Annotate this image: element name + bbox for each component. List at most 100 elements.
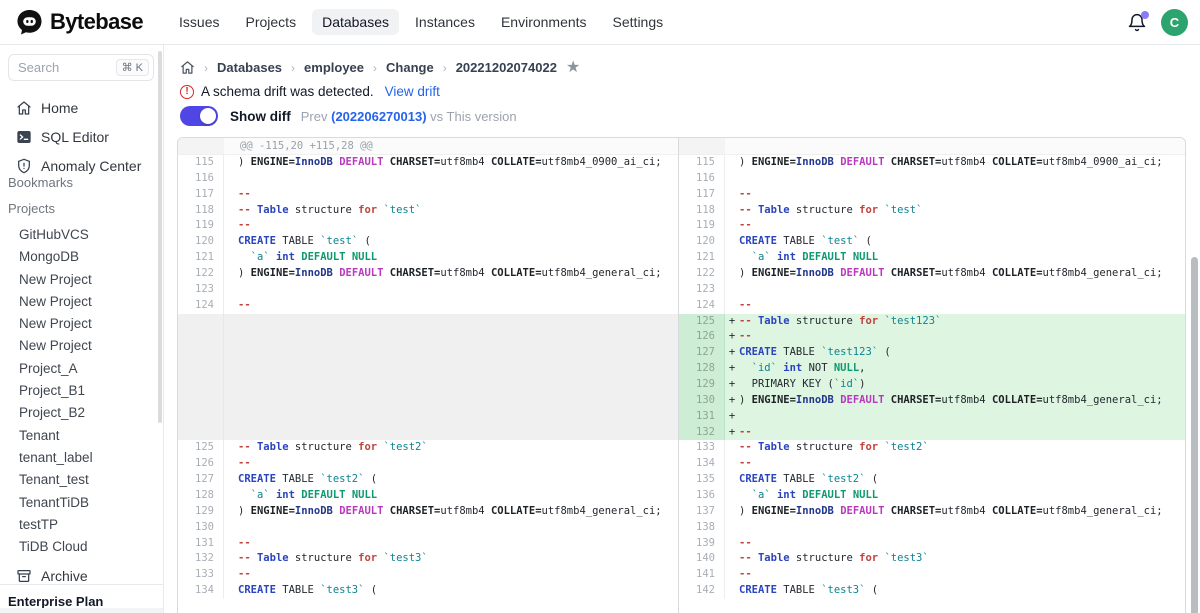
diff-row-added: 130+) ENGINE=InnoDB DEFAULT CHARSET=utf8… [679,393,1185,409]
topbar-right: C [1127,0,1188,45]
diff-row: 120CREATE TABLE `test` ( [178,234,678,250]
diff-row-spacer [178,393,678,409]
breadcrumb-separator: › [443,61,447,75]
diff-panel-previous: @@ -115,20 +115,28 @@ 115) ENGINE=InnoDB… [178,138,678,613]
diff-row-spacer [178,377,678,393]
sidebar-project-item[interactable]: New Project [0,335,163,357]
bytebase-logo-icon [16,9,43,36]
sidebar-project-item[interactable]: TiDB Cloud [0,536,163,558]
sidebar-item-label: Archive [41,568,88,584]
terminal-icon [16,129,32,145]
sidebar-project-item[interactable]: Tenant [0,425,163,447]
breadcrumb-item-databases[interactable]: Databases [217,60,282,75]
diff-row: 133-- [178,567,678,583]
diff-row: 119-- [679,218,1185,234]
sidebar-project-item[interactable]: testTP [0,514,163,536]
sidebar-project-item[interactable]: New Project [0,291,163,313]
user-avatar[interactable]: C [1161,9,1188,36]
notifications-bell-icon[interactable] [1127,13,1147,33]
nav-item-environments[interactable]: Environments [491,9,597,35]
diff-row-added: 128+ `id` int NOT NULL, [679,361,1185,377]
nav-item-instances[interactable]: Instances [405,9,485,35]
prev-label: Prev [301,109,328,124]
diff-row: 134-- [679,456,1185,472]
diff-row: 130 [178,520,678,536]
sidebar-project-item[interactable]: Tenant_test [0,469,163,491]
main-nav: Issues ProjectsDatabasesInstancesEnvironm… [169,9,673,35]
diff-row: 116 [679,171,1185,187]
home-icon [16,100,32,116]
diff-row: 132-- Table structure for `test3` [178,551,678,567]
diff-row: 124-- [679,298,1185,314]
diff-row: 121 `a` int DEFAULT NULL [679,250,1185,266]
sidebar-project-item[interactable]: New Project [0,313,163,335]
nav-item-projects[interactable]: Projects [236,9,307,35]
breadcrumb-home-icon[interactable] [180,60,195,75]
sidebar-item-home[interactable]: Home [0,93,163,122]
diff-row-added: 129+ PRIMARY KEY (`id`) [679,377,1185,393]
diff-row: 133-- Table structure for `test2` [679,440,1185,456]
diff-row: 117-- [679,187,1185,203]
diff-row: 118-- Table structure for `test` [679,203,1185,219]
diff-row-added: 127+CREATE TABLE `test123` ( [679,345,1185,361]
sidebar-project-item[interactable]: New Project [0,269,163,291]
breadcrumb-item-employee[interactable]: employee [304,60,364,75]
nav-item-issues[interactable]: Issues [169,9,229,35]
diff-row: 128 `a` int DEFAULT NULL [178,488,678,504]
diff-row: 127CREATE TABLE `test2` ( [178,472,678,488]
sidebar-project-item[interactable]: Project_B1 [0,380,163,402]
sidebar-project-item[interactable]: Project_A [0,358,163,380]
diff-rows-right: 115) ENGINE=InnoDB DEFAULT CHARSET=utf8m… [679,155,1185,599]
prev-version-link[interactable]: (202206270013) [331,109,426,124]
diff-row: 142CREATE TABLE `test3` ( [679,583,1185,599]
diff-row: 140-- Table structure for `test3` [679,551,1185,567]
search-shortcut-badge: ⌘ K [116,59,149,76]
breadcrumb: › Databases › employee › Change › 202212… [180,60,580,75]
sidebar-project-item[interactable]: tenant_label [0,447,163,469]
diff-row: 116 [178,171,678,187]
search-input[interactable]: Search ⌘ K [8,54,154,81]
hunk-gutter [178,138,224,154]
page-vscrollbar[interactable] [1191,257,1198,613]
diff-row-spacer [178,345,678,361]
diff-row: 134CREATE TABLE `test3` ( [178,583,678,599]
diff-row: 125-- Table structure for `test2` [178,440,678,456]
app-window: Bytebase IssuesProjectsDatabasesInstance… [0,0,1200,613]
diff-row-spacer [178,425,678,441]
sidebar-project-item[interactable]: MongoDB [0,246,163,268]
diff-row-added: 131+ [679,409,1185,425]
sidebar-item-label: SQL Editor [41,129,109,145]
nav-item-settings[interactable]: Settings [603,9,674,35]
archive-icon [16,568,32,584]
diff-row: 129) ENGINE=InnoDB DEFAULT CHARSET=utf8m… [178,504,678,520]
show-diff-toggle[interactable] [180,106,218,126]
star-icon[interactable]: ★ [566,61,580,75]
diff-compare-text: Prev (202206270013) vs This version [301,109,517,124]
diff-panel-current: 115) ENGINE=InnoDB DEFAULT CHARSET=utf8m… [678,138,1185,613]
diff-row: 122) ENGINE=InnoDB DEFAULT CHARSET=utf8m… [178,266,678,282]
breadcrumb-separator: › [291,61,295,75]
diff-rows-left: 115) ENGINE=InnoDB DEFAULT CHARSET=utf8m… [178,155,678,599]
diff-row: 118-- Table structure for `test` [178,203,678,219]
breadcrumb-item-version: 20221202074022 [456,60,557,75]
diff-row-spacer [178,314,678,330]
breadcrumb-item-change[interactable]: Change [386,60,434,75]
bytebase-logo[interactable]: Bytebase [16,9,143,36]
sidebar-section-projects: Projects [8,201,55,216]
sidebar-project-item[interactable]: Project_B2 [0,402,163,424]
sidebar-nav: HomeSQL EditorAnomaly Center [0,93,163,180]
diff-row: 119-- [178,218,678,234]
notification-dot [1141,11,1149,19]
diff-row-added: 132+-- [679,425,1185,441]
nav-item-databases[interactable]: Databases [312,9,399,35]
sidebar-project-item[interactable]: GitHubVCS [0,224,163,246]
show-diff-label: Show diff [230,109,291,124]
view-drift-link[interactable]: View drift [385,84,440,99]
diff-row-added: 126+-- [679,329,1185,345]
diff-row: 123 [679,282,1185,298]
sidebar-project-item[interactable]: TenantTiDB [0,492,163,514]
diff-row: 126-- [178,456,678,472]
sidebar-item-sql-editor[interactable]: SQL Editor [0,122,163,151]
diff-row: 141-- [679,567,1185,583]
sidebar-scrollbar[interactable] [158,51,162,423]
